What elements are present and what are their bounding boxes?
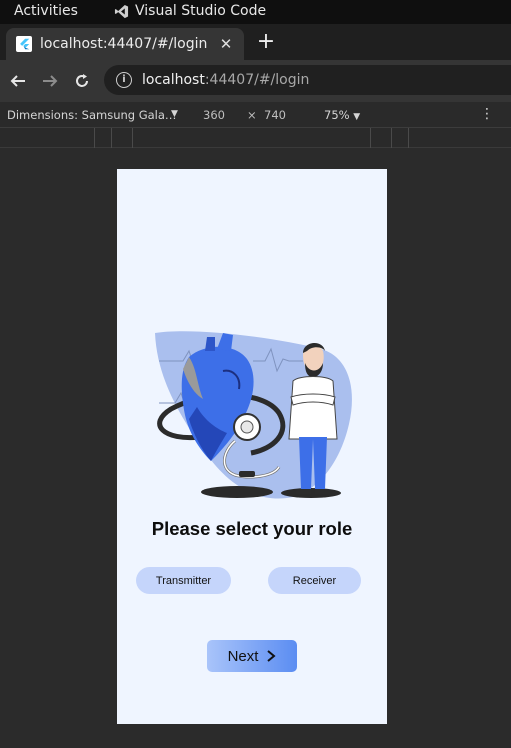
reload-icon[interactable]	[70, 69, 94, 93]
zoom-value: 75%	[324, 108, 350, 122]
transmitter-button[interactable]: Transmitter	[136, 567, 231, 594]
receiver-button[interactable]: Receiver	[268, 567, 361, 594]
next-label: Next	[227, 647, 259, 665]
activities-button[interactable]: Activities	[14, 3, 78, 19]
width-input[interactable]: 360	[203, 108, 225, 122]
cardiology-illustration	[155, 331, 352, 499]
page-title: Please select your role	[151, 518, 353, 539]
ruler-mark	[132, 128, 133, 148]
media-query-ruler	[0, 128, 511, 148]
tab-title: localhost:44407/#/login	[40, 36, 208, 52]
flutter-favicon	[16, 36, 32, 52]
ruler-mark	[391, 128, 392, 148]
device-toolbar: Dimensions: Samsung Gala… ▼ 360 × 740 75…	[0, 102, 511, 128]
app-name: Visual Studio Code	[135, 3, 267, 19]
app-viewport: Please select your role Transmitter Rece…	[117, 169, 387, 724]
os-top-bar: Activities Visual Studio Code	[0, 0, 511, 24]
address-bar[interactable]: i localhost:44407/#/login	[104, 65, 511, 95]
url-host: localhost	[142, 72, 205, 88]
new-tab-button[interactable]: +	[256, 30, 276, 54]
chevron-right-icon	[267, 650, 276, 662]
ruler-mark	[408, 128, 409, 148]
forward-arrow-icon[interactable]	[38, 69, 62, 93]
active-app[interactable]: Visual Studio Code	[114, 3, 266, 19]
ruler-mark	[94, 128, 95, 148]
back-arrow-icon[interactable]	[6, 69, 30, 93]
tab-close-icon[interactable]: ✕	[216, 35, 236, 53]
vscode-icon	[114, 4, 129, 18]
transmitter-label: Transmitter	[155, 574, 212, 587]
next-button[interactable]: Next	[207, 640, 297, 672]
url-path: :44407/#/login	[204, 72, 310, 88]
more-options-icon[interactable]: ⋮	[480, 107, 494, 121]
device-dropdown-icon[interactable]: ▼	[171, 109, 178, 119]
device-select[interactable]: Dimensions: Samsung Gala…	[7, 108, 176, 122]
receiver-label: Receiver	[292, 574, 337, 587]
dimension-separator: ×	[247, 108, 257, 122]
browser-tab[interactable]: localhost:44407/#/login ✕	[6, 28, 244, 60]
ruler-mark	[370, 128, 371, 148]
height-input[interactable]: 740	[264, 108, 286, 122]
ruler-mark	[111, 128, 112, 148]
info-icon[interactable]: i	[116, 72, 132, 88]
zoom-select[interactable]: 75% ▼	[324, 108, 360, 122]
